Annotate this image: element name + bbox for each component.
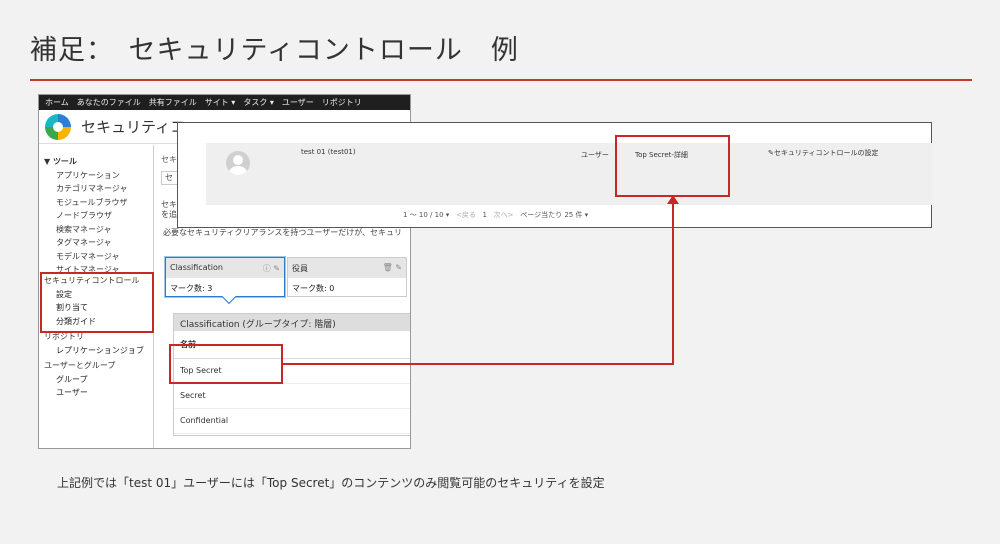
current-page: 1	[482, 211, 487, 219]
nav-tasks[interactable]: タスク ▾	[243, 97, 274, 108]
sidebar-item-model-manager[interactable]: モデルマネージャ	[44, 250, 153, 264]
security-settings-link[interactable]: セキュリティコントロールの設定	[774, 149, 879, 157]
card-header: Classification ⓘ ✎	[166, 258, 284, 278]
nav-shared-files[interactable]: 共有ファイル	[149, 97, 197, 108]
slide-caption: 上記例では「test 01」ユーザーには「Top Secret」のコンテンツのみ…	[57, 476, 605, 490]
next-page-button[interactable]: 次へ>	[494, 211, 514, 219]
slide-title: 補足： セキュリティコントロール 例	[30, 35, 519, 66]
top-navigation: ホーム あなたのファイル 共有ファイル サイト ▾ タスク ▾ ユーザー リポジ…	[39, 95, 410, 110]
highlight-clearance-cell	[615, 135, 730, 197]
sidebar-item-module-browser[interactable]: モジュールブラウザ	[44, 196, 153, 210]
sidebar-item-category-manager[interactable]: カテゴリマネージャ	[44, 182, 153, 196]
delete-icon[interactable]: 🗑	[383, 263, 393, 272]
highlight-top-secret-row	[169, 344, 283, 384]
user-name[interactable]: test 01 (test01)	[301, 148, 356, 156]
highlight-security-control-menu	[40, 272, 154, 333]
sidebar-item-tag-manager[interactable]: タグマネージャ	[44, 236, 153, 250]
list-item[interactable]: Secret	[174, 384, 410, 409]
user-clearance-screenshot: test 01 (test01) ユーザー Top Secret-詳細 ✎セキュ…	[177, 122, 933, 228]
classification-card[interactable]: Classification ⓘ ✎ マーク数: 3	[165, 257, 285, 305]
user-role: ユーザー	[581, 151, 609, 159]
sidebar-item-node-browser[interactable]: ノードブラウザ	[44, 209, 153, 223]
card-header: 役員 🗑 ✎	[288, 258, 406, 278]
app-logo-icon	[45, 113, 71, 140]
sidebar-item-applications[interactable]: アプリケーション	[44, 169, 153, 183]
card-title: Classification	[170, 263, 223, 272]
sidebar-item-site-manager[interactable]: サイトマネージャ	[44, 263, 153, 272]
nav-my-files[interactable]: あなたのファイル	[77, 97, 141, 108]
arrow-up-icon	[667, 195, 679, 204]
card-title: 役員	[292, 264, 308, 273]
card-mark-count: マーク数: 0	[292, 284, 335, 293]
edit-icon[interactable]: ✎	[395, 263, 402, 272]
pagination: 1 〜 10 / 10 ▾ <戻る 1 次へ> ページ当たり 25 件 ▾	[403, 210, 588, 220]
edit-icon[interactable]: ✎	[273, 264, 280, 273]
connector-line-horizontal	[283, 363, 673, 365]
sidebar-item-search-manager[interactable]: 検索マネージャ	[44, 223, 153, 237]
title-divider	[30, 79, 972, 81]
page-title: セキュリティコ	[81, 118, 186, 136]
info-icon[interactable]: ⓘ	[263, 264, 271, 273]
nav-repository[interactable]: リポジトリ	[322, 97, 362, 108]
connector-line-vertical	[672, 200, 674, 365]
sidebar-item-groups[interactable]: グループ	[44, 373, 153, 387]
nav-users[interactable]: ユーザー	[282, 97, 314, 108]
executives-card[interactable]: 役員 🗑 ✎ マーク数: 0	[287, 257, 407, 297]
content-heading: セキ	[161, 155, 177, 164]
nav-sites[interactable]: サイト ▾	[205, 97, 236, 108]
sidebar-item-replication-jobs[interactable]: レプリケーションジョブ	[44, 344, 153, 358]
prev-page-button[interactable]: <戻る	[456, 211, 476, 219]
sidebar-group-users-groups[interactable]: ユーザーとグループ	[44, 359, 153, 373]
sidebar-tools-heading[interactable]: ▼ ツール	[44, 155, 153, 169]
list-item[interactable]: Confidential	[174, 409, 410, 434]
per-page-select[interactable]: ページ当たり 25 件 ▾	[520, 211, 588, 219]
content-description-line3: 必要なセキュリティクリアランスを持つユーザーだけが、セキュリ	[163, 228, 403, 237]
table-row[interactable]: test 01 (test01) ユーザー Top Secret-詳細 ✎セキュ…	[206, 143, 933, 205]
panel-title: Classification (グループタイプ: 階層)	[174, 314, 410, 331]
sidebar-item-users[interactable]: ユーザー	[44, 386, 153, 400]
avatar	[226, 151, 250, 175]
nav-home[interactable]: ホーム	[45, 97, 69, 108]
page-range[interactable]: 1 〜 10 / 10 ▾	[403, 211, 449, 219]
